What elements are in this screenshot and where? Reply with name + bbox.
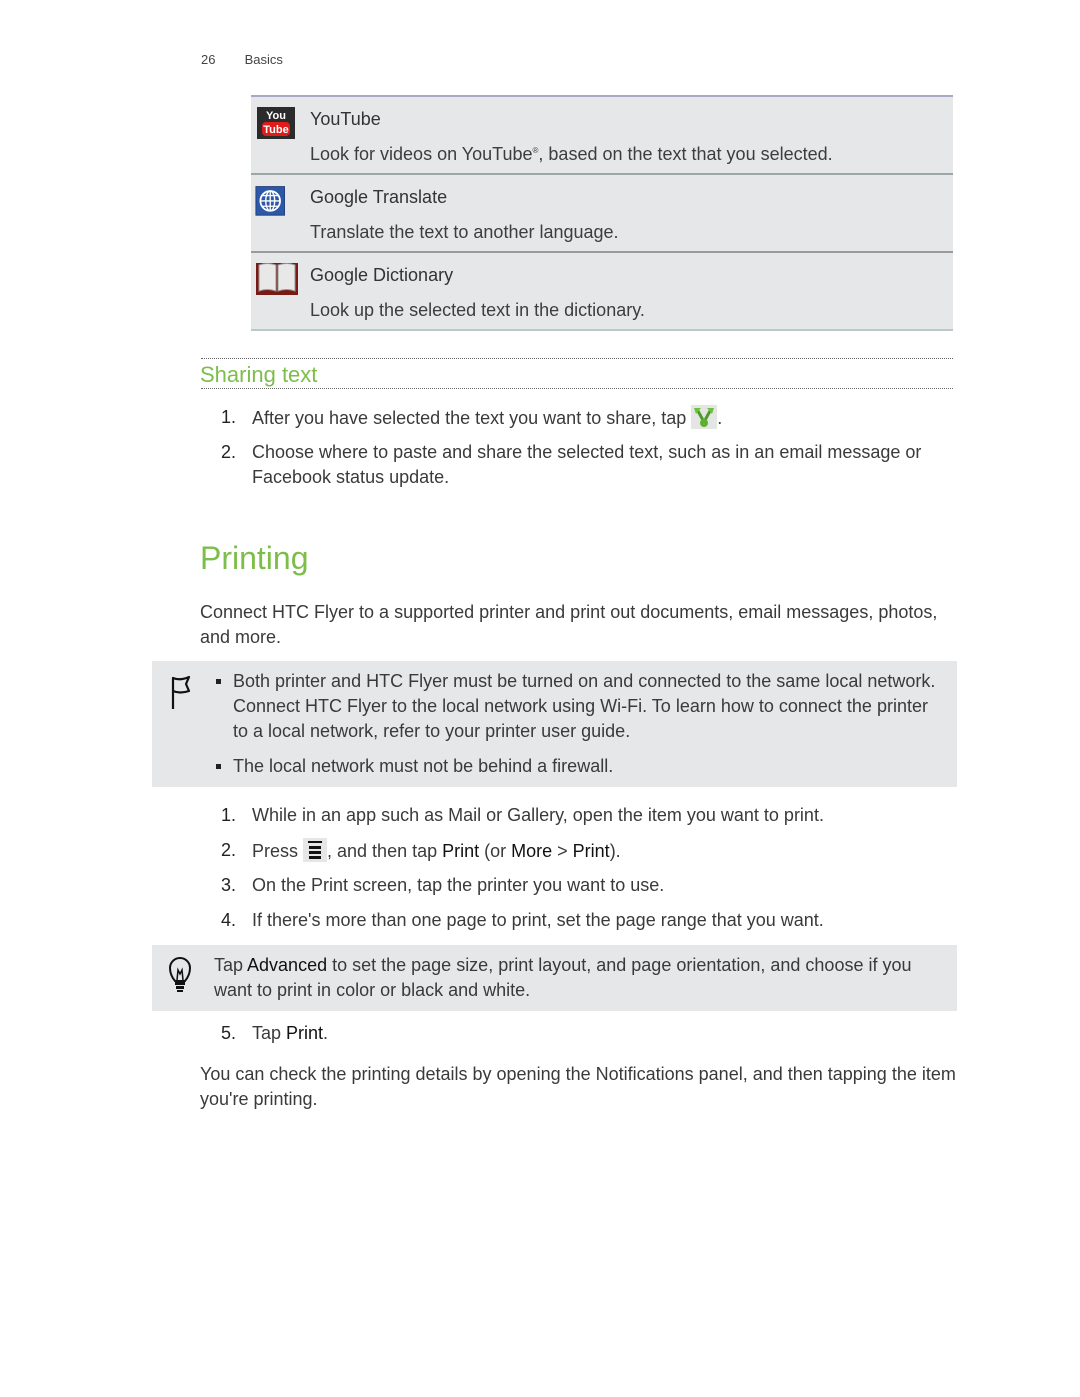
bullet-text: Both printer and HTC Flyer must be turne… (233, 671, 936, 741)
text: . (717, 408, 723, 428)
tip-callout: Tap Advanced to set the page size, print… (152, 945, 957, 1011)
lightbulb-icon (169, 957, 191, 992)
menu-item-title: Google Translate (310, 187, 448, 207)
menu-item-google-dictionary: Google Dictionary Look up the selected t… (251, 253, 953, 331)
page-number: 26 (201, 52, 216, 67)
menu-item-description: Look for videos on YouTube®, based on th… (310, 144, 833, 165)
ui-term: Advanced (247, 955, 328, 975)
bullet-marker (216, 679, 221, 684)
chapter-name: Basics (244, 52, 283, 67)
menu-item-description: Translate the text to another language. (310, 222, 619, 242)
text: After you have selected the text you wan… (252, 408, 692, 428)
menu-item-description: Look up the selected text in the diction… (310, 300, 645, 320)
step-number: 2. (221, 442, 237, 462)
globe-icon (255, 186, 285, 216)
desc-text: , based on the text that you selected. (538, 144, 833, 164)
desc-text: Look for videos on YouTube (310, 144, 533, 164)
printing-step-1: 1. While in an app such as Mail or Galle… (201, 803, 961, 828)
menu-item-youtube: You Tube YouTube Look for videos on YouT… (251, 97, 953, 175)
book-icon (256, 263, 298, 295)
sharing-step-1: 1. After you have selected the text you … (201, 405, 961, 431)
printing-step-4: 4. If there's more than one page to prin… (201, 908, 961, 933)
bullet-marker (216, 764, 221, 769)
section-rule-top (201, 358, 953, 359)
step-number: 1. (221, 407, 237, 427)
ui-term: Print (286, 1023, 324, 1043)
section-title-sharing-text: Sharing text (200, 362, 318, 387)
flag-icon (171, 675, 191, 709)
menu-item-title: Google Dictionary (310, 265, 454, 285)
text: Press (252, 841, 304, 861)
step-text: After you have selected the text you wan… (252, 405, 961, 431)
text: . (323, 1023, 329, 1043)
step-number: 2. (221, 840, 237, 860)
text: ). (609, 841, 621, 861)
youtube-icon: You Tube (257, 107, 295, 139)
printing-step-5: 5. Tap Print. (201, 1021, 961, 1046)
step-number: 1. (221, 805, 237, 825)
text: > (552, 841, 573, 861)
step-number: 4. (221, 910, 237, 930)
step-number: 3. (221, 875, 237, 895)
tip-text: Tap Advanced to set the page size, print… (214, 953, 944, 1003)
step-text: If there's more than one page to print, … (252, 910, 824, 930)
printing-intro: Connect HTC Flyer to a supported printer… (200, 602, 938, 647)
note-bullet: The local network must not be behind a f… (212, 754, 942, 779)
step-text: Choose where to paste and share the sele… (252, 442, 922, 487)
share-icon (691, 405, 718, 429)
ui-term: More (511, 841, 553, 861)
text: Tap (252, 1023, 287, 1043)
step-text: Press , and then tap Print (or More > Pr… (252, 838, 961, 864)
svg-text:Tube: Tube (263, 124, 288, 136)
step-text: While in an app such as Mail or Gallery,… (252, 805, 824, 825)
note-bullet: Both printer and HTC Flyer must be turne… (212, 669, 942, 744)
section-rule-bottom (201, 388, 953, 389)
text: , and then tap (327, 841, 443, 861)
menu-item-google-translate: Google Translate Translate the text to a… (251, 175, 953, 253)
step-number: 5. (221, 1023, 237, 1043)
step-text: Tap Print. (252, 1021, 961, 1046)
text: Tap (214, 955, 248, 975)
svg-text:You: You (266, 110, 286, 122)
printing-outro: You can check the printing details by op… (200, 1064, 956, 1109)
printing-step-3: 3. On the Print screen, tap the printer … (201, 873, 961, 898)
text: (or (479, 841, 512, 861)
bullet-text: The local network must not be behind a f… (233, 756, 614, 776)
page-header: 26 Basics (201, 52, 283, 67)
sharing-step-2: 2. Choose where to paste and share the s… (201, 440, 961, 490)
heading-printing: Printing (200, 540, 309, 576)
ui-term: Print (442, 841, 480, 861)
text-selection-menu-table: You Tube YouTube Look for videos on YouT… (251, 95, 953, 331)
menu-item-title: YouTube (310, 109, 381, 129)
printing-step-2: 2. Press , and then tap Print (or More >… (201, 838, 961, 864)
step-text: On the Print screen, tap the printer you… (252, 875, 665, 895)
note-callout: Both printer and HTC Flyer must be turne… (152, 661, 957, 787)
menu-icon (303, 838, 328, 862)
ui-term: Print (572, 841, 610, 861)
